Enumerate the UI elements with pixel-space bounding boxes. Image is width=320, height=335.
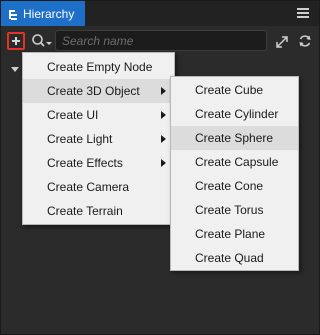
submenu-arrow-icon [161, 87, 166, 95]
create-3d-object-submenu: Create Cube Create Cylinder Create Spher… [170, 76, 299, 271]
submenu-item-create-cube[interactable]: Create Cube [171, 78, 298, 102]
menu-item-label: Create 3D Object [47, 84, 140, 98]
menu-item-label: Create Sphere [195, 131, 274, 145]
search-type-dropdown[interactable] [31, 33, 53, 49]
submenu-arrow-icon [161, 159, 166, 167]
search-field[interactable] [55, 30, 267, 51]
menu-item-label: Create Quad [195, 251, 264, 265]
create-context-menu: Create Empty Node Create 3D Object Creat… [22, 52, 175, 225]
collapse-all-button[interactable] [275, 35, 289, 49]
menu-item-label: Create Cylinder [195, 107, 279, 121]
menu-item-create-effects[interactable]: Create Effects [23, 151, 174, 175]
refresh-button[interactable] [298, 34, 312, 48]
submenu-arrow-icon [161, 135, 166, 143]
refresh-icon [299, 35, 311, 47]
menu-item-label: Create UI [47, 108, 99, 122]
submenu-arrow-icon [161, 111, 166, 119]
search-input[interactable] [56, 31, 266, 50]
menu-item-label: Create Cone [195, 179, 264, 193]
add-node-button[interactable] [7, 32, 25, 50]
submenu-item-create-cone[interactable]: Create Cone [171, 174, 298, 198]
submenu-item-create-cylinder[interactable]: Create Cylinder [171, 102, 298, 126]
menu-item-label: Create Empty Node [47, 60, 153, 74]
menu-item-label: Create Capsule [195, 155, 279, 169]
submenu-item-create-sphere[interactable]: Create Sphere [171, 126, 298, 150]
menu-item-label: Create Camera [47, 180, 130, 194]
panel-titlebar: Hierarchy [1, 1, 319, 26]
menu-item-create-ui[interactable]: Create UI [23, 103, 174, 127]
menu-item-label: Create Plane [195, 227, 266, 241]
submenu-item-create-quad[interactable]: Create Quad [171, 246, 298, 270]
collapse-icon [276, 36, 288, 48]
submenu-item-create-torus[interactable]: Create Torus [171, 198, 298, 222]
menu-item-create-empty-node[interactable]: Create Empty Node [23, 55, 174, 79]
submenu-item-create-plane[interactable]: Create Plane [171, 222, 298, 246]
menu-item-label: Create Torus [195, 203, 264, 217]
menu-item-label: Create Cube [195, 83, 264, 97]
menu-item-create-terrain[interactable]: Create Terrain [23, 199, 174, 223]
search-icon [32, 34, 52, 47]
menu-item-create-camera[interactable]: Create Camera [23, 175, 174, 199]
hierarchy-icon [9, 9, 19, 20]
menu-item-label: Create Effects [47, 156, 123, 170]
submenu-item-create-capsule[interactable]: Create Capsule [171, 150, 298, 174]
menu-item-label: Create Terrain [47, 204, 123, 218]
panel-menu-icon[interactable] [297, 8, 309, 18]
menu-item-label: Create Light [47, 132, 113, 146]
menu-item-create-3d-object[interactable]: Create 3D Object [23, 79, 174, 103]
tab-hierarchy[interactable]: Hierarchy [1, 1, 85, 26]
tab-label: Hierarchy [23, 6, 75, 21]
menu-item-create-light[interactable]: Create Light [23, 127, 174, 151]
tree-expand-arrow-icon[interactable] [11, 67, 19, 72]
